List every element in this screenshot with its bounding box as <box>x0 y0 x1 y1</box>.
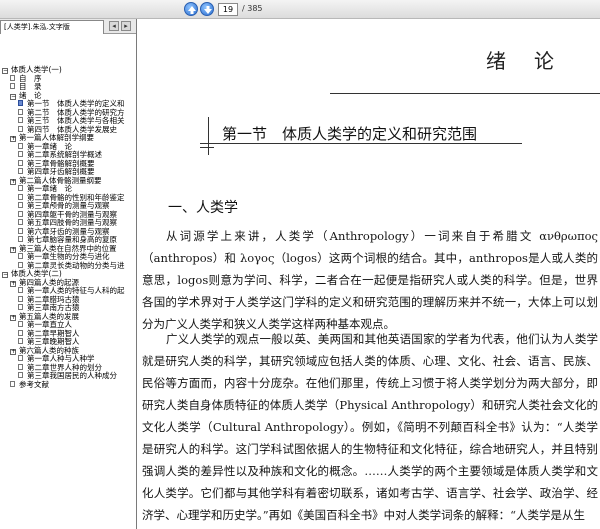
page-icon <box>18 338 23 344</box>
page-icon <box>10 83 15 89</box>
page-icon <box>18 287 23 293</box>
page-icon <box>18 321 23 327</box>
subsection-title: 一、人类学 <box>168 200 238 216</box>
expand-icon: + <box>10 347 17 355</box>
expand-icon: + <box>10 313 17 321</box>
page-number-input[interactable]: 19 <box>218 3 238 16</box>
expand-icon: + <box>10 177 17 185</box>
page-icon <box>18 227 23 234</box>
expand-icon: + <box>10 135 17 142</box>
page-icon <box>18 329 23 336</box>
page-icon <box>18 295 23 302</box>
page-icon <box>18 125 23 132</box>
down-arrow-icon <box>204 6 212 14</box>
page-icon <box>18 261 23 268</box>
expand-icon: + <box>10 279 17 287</box>
page-icon <box>18 159 23 166</box>
section-rule <box>200 143 522 144</box>
section-rule-vertical <box>208 117 209 155</box>
page-icon <box>18 100 23 106</box>
collapse-icon: − <box>2 67 9 74</box>
page-icon <box>18 202 23 208</box>
page-icon <box>10 380 15 387</box>
page-icon <box>18 219 23 225</box>
sidebar-tabbar: [人类学].朱泓.文字版 ◂ ▸ <box>0 19 136 34</box>
prev-page-button[interactable] <box>184 2 198 16</box>
section-title: 第一节 体质人类学的定义和研究范围 <box>222 125 478 143</box>
section-rule-short <box>200 147 214 148</box>
paragraph: 从词源学上来讲，人类学（Anthropology）一词来自于希腊文 ανθρωπ… <box>142 229 598 331</box>
page-icon <box>18 363 23 370</box>
page-icon <box>18 108 23 115</box>
page-icon <box>18 355 23 361</box>
chapter-title: 绪论 <box>486 49 582 73</box>
scroll-left-button[interactable]: ◂ <box>109 21 119 31</box>
scroll-right-button[interactable]: ▸ <box>121 21 131 31</box>
page-icon <box>18 372 23 378</box>
toolbar: 19 / 385 <box>0 0 600 19</box>
page-icon <box>18 304 23 310</box>
page-icon <box>18 210 23 217</box>
page-icon <box>18 236 23 242</box>
page-icon <box>18 185 23 191</box>
page-icon <box>18 253 23 259</box>
bookmark-item[interactable]: 参考文献 <box>10 379 49 389</box>
document-page: 绪论 第一节 体质人类学的定义和研究范围 一、人类学 从词源学上来讲，人类学（A… <box>138 19 600 529</box>
next-page-button[interactable] <box>200 2 214 16</box>
up-arrow-icon <box>188 6 196 14</box>
collapse-icon: − <box>10 92 17 100</box>
page-icon <box>18 168 23 174</box>
paragraph: 广义人类学的观点一般以英、美两国和其他英语国家的学者为代表，他们认为人类学就是研… <box>142 332 598 522</box>
chapter-rule <box>330 93 600 94</box>
document-tab[interactable]: [人类学].朱泓.文字版 <box>0 20 104 34</box>
page-total-label: / 385 <box>242 4 263 13</box>
page-icon <box>18 142 23 149</box>
bookmark-label: 参考文献 <box>19 379 49 389</box>
page-icon <box>18 193 23 200</box>
collapse-icon: − <box>2 271 9 278</box>
page-icon <box>10 74 15 81</box>
page-icon <box>18 151 23 157</box>
page-icon <box>18 117 23 123</box>
bookmarks-panel: [人类学].朱泓.文字版 ◂ ▸ − 体质人类学(一) 自 序目 录 − 绪 论第一节 … <box>0 19 137 529</box>
expand-icon: + <box>10 245 17 253</box>
